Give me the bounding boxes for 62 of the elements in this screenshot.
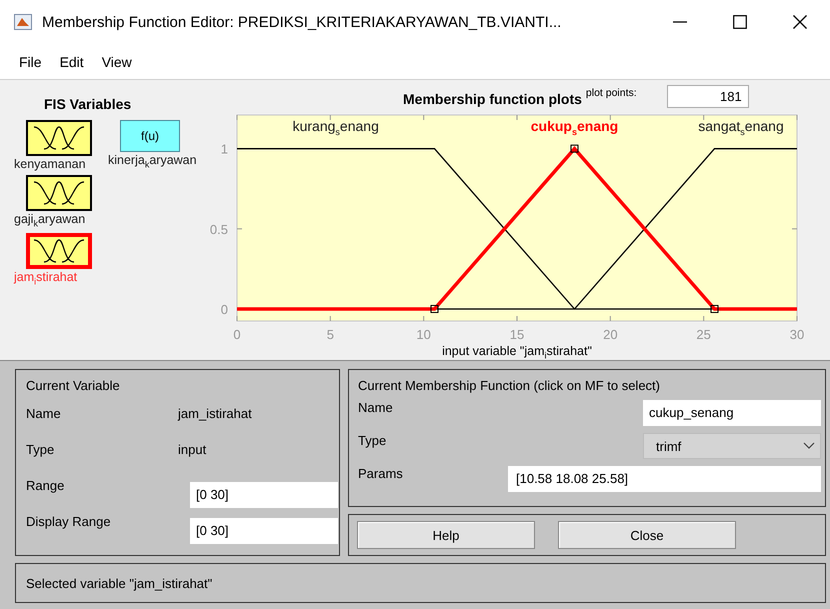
input-field[interactable]: [0 30] <box>190 482 338 508</box>
tick-label: 5 <box>326 327 334 342</box>
point-handle[interactable] <box>570 144 578 153</box>
membership-icon <box>33 126 85 150</box>
variable-label: jam$_{i}$stirahat <box>14 270 78 288</box>
curve-label: kurang$_{s}$enang <box>292 118 379 137</box>
plot-points-field[interactable]: 181 <box>666 85 749 108</box>
menu-item[interactable]: View <box>92 54 141 70</box>
input-field[interactable]: cukup_senang <box>643 400 821 426</box>
panel-title: Current Membership Function (click on MF to select) <box>358 378 661 393</box>
input-field[interactable]: [0 30] <box>190 518 338 544</box>
output-variable-box[interactable]: f(u) <box>120 120 180 152</box>
axis-label: input variable "jam$_{i}$stirahat" <box>442 344 592 360</box>
variable-label: kenyamanan <box>14 157 86 172</box>
tick-label: 10 <box>416 327 431 342</box>
left-shoulder-curve[interactable] <box>237 148 714 310</box>
tick-label: 15 <box>510 327 524 342</box>
point-handle[interactable] <box>710 304 718 313</box>
plot-title: Membership function plots <box>403 91 582 107</box>
membership-icon <box>33 239 85 263</box>
field-label: Display Range <box>26 514 112 531</box>
curve-label: cukup$_{s}$enang <box>530 118 618 137</box>
curve-label: sangat$_{s}$enang <box>698 118 784 137</box>
tick-label: 1 <box>220 142 228 157</box>
field-label: Range <box>26 478 66 495</box>
close-icon[interactable] <box>793 15 807 29</box>
variable-label: kinerja$_{k}$aryawan <box>108 153 197 172</box>
tick-label: 0 <box>233 327 241 342</box>
field-label: Name <box>26 406 62 423</box>
field-value: input <box>178 442 208 459</box>
app-icon <box>14 14 32 30</box>
menu-item[interactable]: Edit <box>50 54 93 70</box>
status-bar: Selected variable "jam_istirahat" <box>15 563 826 603</box>
tick-label: 0 <box>220 302 228 317</box>
membership-icon <box>33 180 85 204</box>
field-label: Type <box>358 433 388 450</box>
chevron-icon <box>803 442 815 450</box>
tick-label: 30 <box>790 327 804 342</box>
field-label: Params <box>358 466 404 483</box>
plot-points-label: plot points: <box>586 87 637 99</box>
triangle-curve[interactable] <box>237 146 797 311</box>
dropdown-field[interactable]: trimf <box>643 433 821 459</box>
section-title: FIS Variables <box>44 96 132 112</box>
dialog-button[interactable]: Help <box>357 521 535 549</box>
menu-item[interactable]: File <box>10 54 51 70</box>
dialog-button[interactable]: Close <box>558 521 736 549</box>
window-title: Membership Function Editor: PREDIKSI_KRITERIAKARYAWAN_TB.VIANTI... <box>42 14 562 30</box>
tick-label: 20 <box>603 327 618 342</box>
tick-label: 25 <box>696 327 711 342</box>
field-label: Type <box>26 442 56 459</box>
variable-label: gaji$_{k}$aryawan <box>14 212 86 230</box>
input-field[interactable]: [10.58 18.08 25.58] <box>508 466 821 492</box>
field-label: Name <box>358 400 394 417</box>
point-handle[interactable] <box>430 304 438 313</box>
input-variable-box[interactable] <box>26 233 92 269</box>
field-value: jam_istirahat <box>178 406 253 423</box>
input-variable-box[interactable] <box>26 174 92 210</box>
tick-label: 0.5 <box>210 222 228 237</box>
input-variable-box[interactable] <box>26 120 92 156</box>
right-shoulder-curve[interactable] <box>434 148 797 310</box>
panel-title: Current Variable <box>26 378 121 393</box>
maximize-icon[interactable] <box>733 15 747 29</box>
